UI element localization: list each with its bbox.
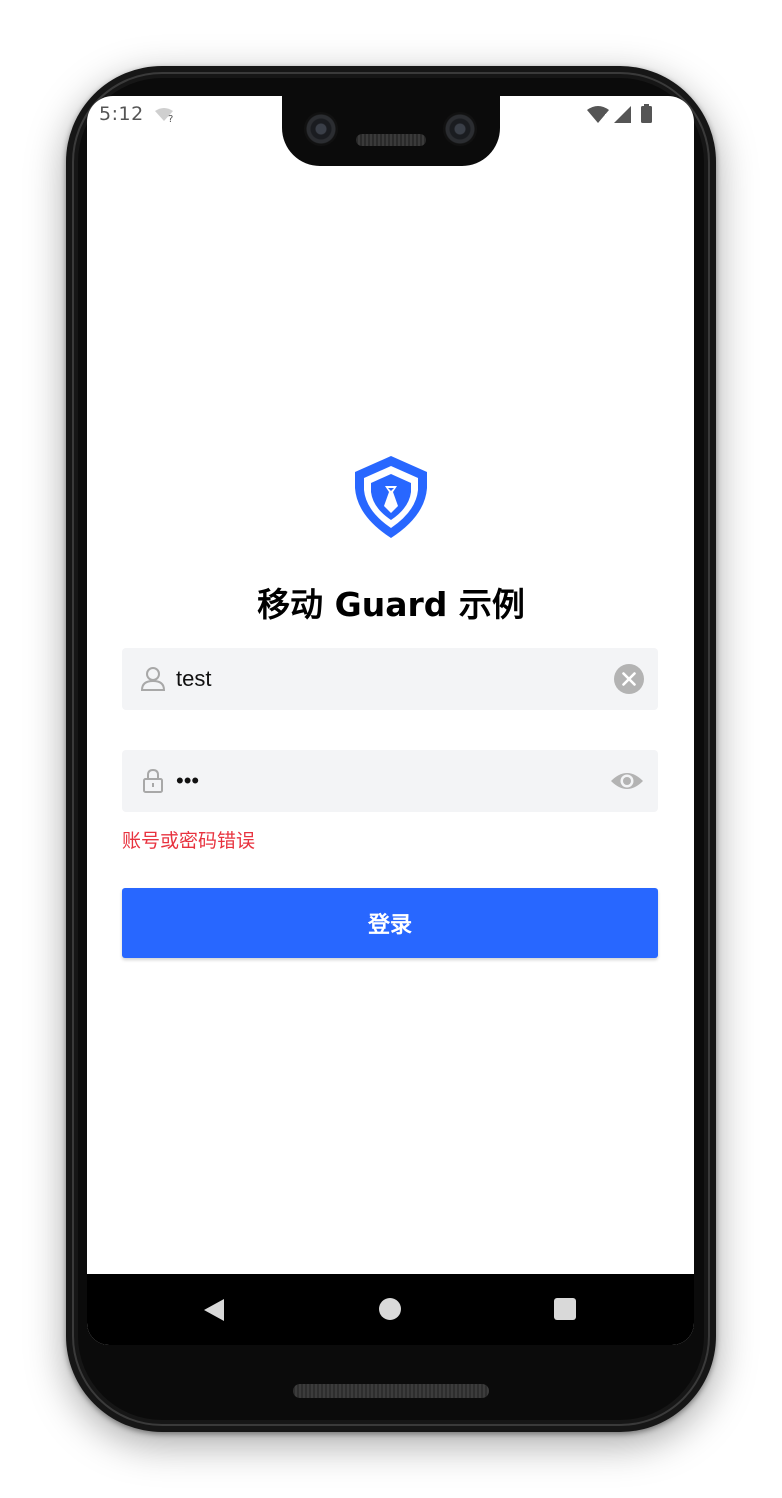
password-input[interactable] <box>176 750 596 812</box>
navigation-bar <box>87 1274 694 1345</box>
svg-text:?: ? <box>168 114 173 124</box>
stage: 5:12 ? 移动 Guard 示例 test ••• 账号或密码错误 登录 <box>0 0 782 1498</box>
bottom-speaker <box>293 1384 489 1398</box>
recent-square-icon[interactable] <box>554 1298 576 1320</box>
clear-icon[interactable] <box>614 664 644 698</box>
home-circle-icon[interactable] <box>379 1298 401 1320</box>
earpiece-speaker <box>356 134 426 146</box>
error-message: 账号或密码错误 <box>122 830 256 852</box>
front-camera-right <box>443 112 477 146</box>
shield-logo-icon <box>353 454 429 540</box>
screen <box>87 96 694 1345</box>
status-time: 5:12 <box>99 103 144 125</box>
eye-icon[interactable] <box>610 766 644 800</box>
front-camera-left <box>304 112 338 146</box>
username-field[interactable] <box>122 648 658 710</box>
notch <box>282 84 500 166</box>
password-field[interactable] <box>122 750 658 812</box>
user-icon <box>140 666 166 696</box>
wifi-question-icon: ? <box>154 106 178 128</box>
lock-icon <box>140 768 166 798</box>
page-title: 移动 Guard 示例 <box>257 585 525 624</box>
wifi-alert-icon <box>587 106 609 124</box>
cell-signal-icon <box>614 106 631 123</box>
login-button[interactable]: 登录 <box>122 888 658 958</box>
username-input[interactable] <box>176 648 596 710</box>
battery-icon <box>641 104 652 123</box>
back-triangle-icon[interactable] <box>203 1298 225 1326</box>
status-icons <box>586 104 658 130</box>
